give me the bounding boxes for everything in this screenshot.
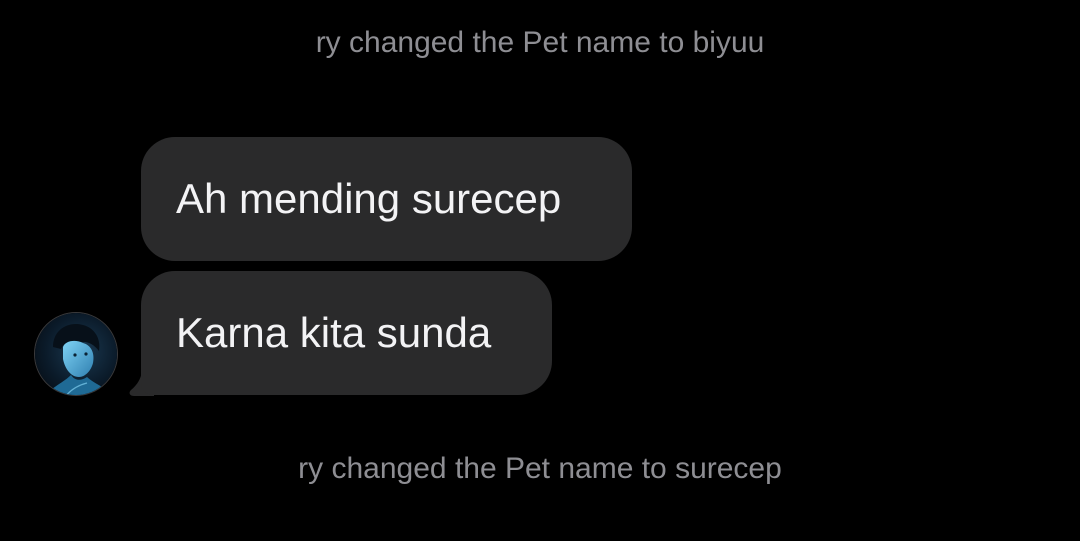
avatar[interactable]: [34, 312, 118, 396]
message-text: Ah mending surecep: [176, 175, 562, 222]
chat-thread: ry changed the Pet name to biyuu Ah mend…: [0, 0, 1080, 541]
message-text: Karna kita sunda: [176, 309, 492, 356]
message-bubble[interactable]: Karna kita sunda: [141, 271, 552, 395]
user-avatar-icon: [35, 313, 117, 395]
message-bubble[interactable]: Ah mending surecep: [141, 137, 632, 261]
system-message-pet-name-surecep: ry changed the Pet name to surecep: [298, 452, 782, 485]
system-message-pet-name-biyuu: ry changed the Pet name to biyuu: [315, 26, 765, 59]
